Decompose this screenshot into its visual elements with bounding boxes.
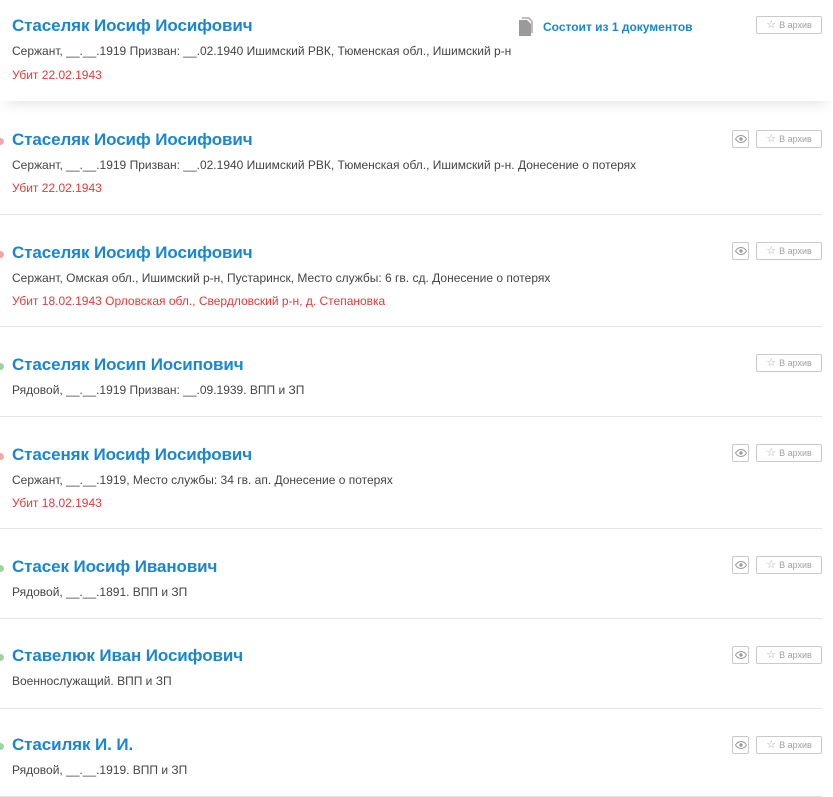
add-to-archive-button[interactable]: ☆ В архив	[756, 130, 822, 148]
record-name[interactable]: Стасеняк Иосиф Иосифович	[12, 445, 252, 465]
star-outline-icon: ☆	[766, 244, 777, 257]
record-name[interactable]: Стасиляк И. И.	[12, 735, 133, 755]
archive-button-label: В архив	[779, 560, 812, 570]
record-card: Стасиляк И. И. Рядовой, __.__.1919. ВПП …	[0, 709, 822, 797]
documents-link[interactable]: Состоит из 1 документов	[517, 17, 693, 37]
add-to-archive-button[interactable]: ☆ В архив	[756, 354, 822, 372]
archive-button-label: В архив	[779, 134, 812, 144]
star-outline-icon: ☆	[766, 132, 777, 145]
status-dot	[0, 251, 4, 258]
archive-button-label: В архив	[779, 740, 812, 750]
archive-button-label: В архив	[779, 358, 812, 368]
status-dot	[0, 565, 4, 572]
view-record-button[interactable]	[732, 242, 749, 260]
star-outline-icon: ☆	[766, 648, 777, 661]
eye-icon	[734, 651, 747, 659]
record-info: Сержант, __.__.1919, Место службы: 34 гв…	[12, 473, 393, 487]
documents-count-label: Состоит из 1 документов	[543, 20, 693, 34]
eye-icon	[734, 741, 747, 749]
view-record-button[interactable]	[732, 130, 749, 148]
record-card: Стаселяк Иосиф Иосифович Сержант, __.__.…	[0, 101, 822, 215]
star-outline-icon: ☆	[766, 356, 777, 369]
record-name[interactable]: Стасек Иосиф Иванович	[12, 557, 217, 577]
record-name[interactable]: Ставелюк Иван Иосифович	[12, 646, 243, 666]
record-info: Сержант, Омская обл., Ишимский р-н, Пуст…	[12, 271, 551, 285]
add-to-archive-button[interactable]: ☆ В архив	[756, 736, 822, 754]
record-card: Стаселяк Иосип Иосипович Рядовой, __.__.…	[0, 327, 822, 417]
star-outline-icon: ☆	[766, 558, 777, 571]
record-card: Стаселяк Иосиф Иосифович Сержант, Омская…	[0, 215, 822, 327]
record-info: Рядовой, __.__.1891. ВПП и ЗП	[12, 585, 188, 599]
status-dot	[0, 453, 4, 460]
star-outline-icon: ☆	[766, 446, 777, 459]
record-death-status: Убит 22.02.1943	[12, 68, 102, 82]
record-info: Сержант, __.__.1919 Призван: __.02.1940 …	[12, 44, 512, 58]
record-card: Стасек Иосиф Иванович Рядовой, __.__.189…	[0, 529, 822, 619]
eye-icon	[734, 561, 747, 569]
eye-icon	[734, 247, 747, 255]
record-name[interactable]: Стаселяк Иосиф Иосифович	[12, 16, 253, 36]
archive-button-label: В архив	[779, 650, 812, 660]
status-dot	[0, 654, 4, 661]
record-card: Ставелюк Иван Иосифович Военнослужащий. …	[0, 619, 822, 709]
record-name[interactable]: Стаселяк Иосиф Иосифович	[12, 243, 253, 263]
archive-button-label: В архив	[779, 246, 812, 256]
star-outline-icon: ☆	[766, 18, 777, 31]
record-name[interactable]: Стаселяк Иосип Иосипович	[12, 355, 244, 375]
eye-icon	[734, 135, 747, 143]
add-to-archive-button[interactable]: ☆ В архив	[756, 242, 822, 260]
record-card: Стасеняк Иосиф Иосифович Сержант, __.__.…	[0, 417, 822, 529]
eye-icon	[734, 449, 747, 457]
record-info: Рядовой, __.__.1919 Призван: __.09.1939.…	[12, 383, 305, 397]
document-stack-icon	[519, 17, 533, 36]
view-record-button[interactable]	[732, 556, 749, 574]
add-to-archive-button[interactable]: ☆ В архив	[756, 16, 822, 34]
add-to-archive-button[interactable]: ☆ В архив	[756, 646, 822, 664]
record-death-status: Убит 22.02.1943	[12, 181, 102, 195]
record-info: Сержант, __.__.1919 Призван: __.02.1940 …	[12, 158, 637, 172]
status-dot	[0, 363, 4, 370]
add-to-archive-button[interactable]: ☆ В архив	[756, 556, 822, 574]
view-record-button[interactable]	[732, 444, 749, 462]
star-outline-icon: ☆	[766, 738, 777, 751]
archive-button-label: В архив	[779, 448, 812, 458]
record-info: Военнослужащий. ВПП и ЗП	[12, 674, 172, 688]
view-record-button[interactable]	[732, 646, 749, 664]
add-to-archive-button[interactable]: ☆ В архив	[756, 444, 822, 462]
status-dot	[0, 138, 4, 145]
record-info: Рядовой, __.__.1919. ВПП и ЗП	[12, 763, 188, 777]
status-dot	[0, 743, 4, 750]
record-death-status: Убит 18.02.1943 Орловская обл., Свердлов…	[12, 294, 386, 308]
search-results-list: Стаселяк Иосиф Иосифович Сержант, __.__.…	[0, 0, 833, 797]
record-name[interactable]: Стаселяк Иосиф Иосифович	[12, 130, 253, 150]
archive-button-label: В архив	[779, 20, 812, 30]
record-card: Стаселяк Иосиф Иосифович Сержант, __.__.…	[0, 0, 833, 101]
view-record-button[interactable]	[732, 736, 749, 754]
record-death-status: Убит 18.02.1943	[12, 496, 102, 510]
